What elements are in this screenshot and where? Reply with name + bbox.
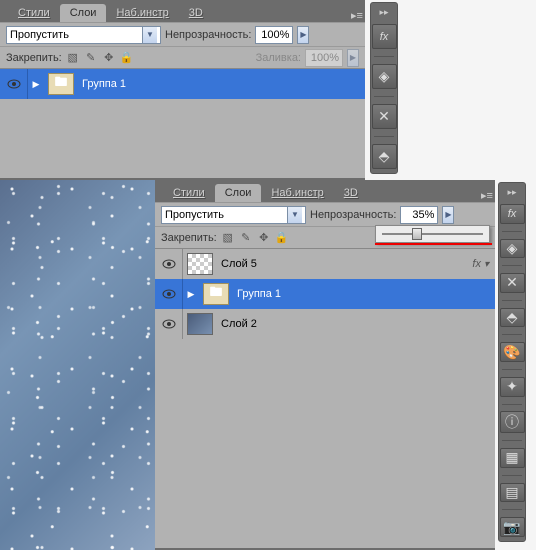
palette-icon[interactable]: 🎨 [500,342,525,362]
lock-position-icon[interactable]: ✥ [257,231,271,245]
layers-icon[interactable]: ◈ [372,64,397,89]
layer-row[interactable]: Слой 5 fx ▾ [155,249,495,279]
layer-thumb [187,313,213,335]
fx-button[interactable]: fx [500,204,525,224]
canvas-preview [0,180,160,550]
tab-layers[interactable]: Слои [60,4,107,22]
tab-styles[interactable]: Стили [163,184,215,202]
tab-row: Стили Слои Наб.инстр 3D ▸≡ [0,0,365,22]
visibility-icon[interactable] [155,249,183,279]
chevron-down-icon: ▼ [287,207,302,223]
chevron-down-icon: ▼ [142,27,157,43]
layer-row[interactable]: Слой 2 [155,309,495,339]
tab-3d[interactable]: 3D [334,184,368,202]
3d-icon[interactable]: ⬘ [500,308,525,328]
layer-name[interactable]: Группа 1 [237,288,281,300]
tab-toolpreset[interactable]: Наб.инстр [106,4,178,22]
annotation-underline [375,243,492,245]
tab-3d[interactable]: 3D [179,4,213,22]
lock-label: Закрепить: [6,52,62,64]
expand-icon[interactable]: ▶ [30,79,42,90]
opacity-input[interactable]: 35% [400,206,438,224]
fill-input: 100% [305,49,343,67]
opacity-label: Непрозрачность: [310,209,396,221]
layer-row-group[interactable]: ▶ 🖿 Группа 1 [155,279,495,309]
layer-thumb [187,253,213,275]
fill-flyout-icon: ▶ [347,49,359,67]
layers-icon[interactable]: ◈ [500,239,525,259]
blend-mode-select[interactable]: Пропустить ▼ [161,206,306,224]
tools-icon[interactable]: ✕ [372,104,397,129]
folder-icon: 🖿 [203,283,229,305]
fx-button[interactable]: fx [372,24,397,49]
blend-mode-value: Пропустить [10,29,142,41]
fill-label: Заливка: [256,52,301,64]
tab-layers[interactable]: Слои [215,184,262,202]
collapse-arrows-icon[interactable]: ▸▸ [379,7,388,18]
tab-styles[interactable]: Стили [8,4,60,22]
tool-strip-right: ▸▸ fx ◈ ✕ ⬘ 🎨 ✦ ⓘ ▦ ▤ 📷 [498,182,526,542]
navigator-icon[interactable]: ✦ [500,377,525,397]
panel-menu-icon[interactable]: ▸≡ [479,189,495,202]
expand-icon[interactable]: ▶ [185,289,197,300]
tools-icon[interactable]: ✕ [500,273,525,293]
layers-panel-1: Стили Слои Наб.инстр 3D ▸≡ Пропустить ▼ … [0,0,365,180]
blend-mode-value: Пропустить [165,209,287,221]
lock-pixels-icon[interactable]: ✎ [84,51,98,65]
lock-all-icon[interactable]: 🔒 [275,231,289,245]
opacity-slider[interactable] [375,225,490,243]
opacity-input[interactable]: 100% [255,26,293,44]
info-icon[interactable]: ⓘ [500,411,525,433]
3d-icon[interactable]: ⬘ [372,144,397,169]
camera-icon[interactable]: 📷 [500,517,525,537]
blend-mode-select[interactable]: Пропустить ▼ [6,26,161,44]
layer-row-group[interactable]: ▶ 🖿 Группа 1 [0,69,365,99]
layer-name[interactable]: Слой 5 [221,258,257,270]
slider-track[interactable] [382,233,483,235]
visibility-icon[interactable] [155,309,183,339]
collapse-arrows-icon[interactable]: ▸▸ [507,187,516,198]
visibility-icon[interactable] [155,279,183,309]
fx-badge[interactable]: fx ▾ [472,258,489,270]
library-icon[interactable]: ▤ [500,483,525,503]
visibility-icon[interactable] [0,69,28,99]
lock-transparency-icon[interactable]: ▧ [66,51,80,65]
opacity-flyout-icon[interactable]: ▶ [297,26,309,44]
tool-strip-collapse: ▸▸ fx ◈ ✕ ⬘ [370,2,398,174]
panel-menu-icon[interactable]: ▸≡ [349,9,365,22]
lock-label: Закрепить: [161,232,217,244]
opacity-flyout-icon[interactable]: ▶ [442,206,454,224]
swatches-icon[interactable]: ▦ [500,448,525,468]
tab-toolpreset[interactable]: Наб.инстр [261,184,333,202]
layer-name[interactable]: Группа 1 [82,78,126,90]
slider-thumb[interactable] [412,228,422,240]
lock-transparency-icon[interactable]: ▧ [221,231,235,245]
opacity-label: Непрозрачность: [165,29,251,41]
folder-icon: 🖿 [48,73,74,95]
layer-name[interactable]: Слой 2 [221,318,257,330]
lock-pixels-icon[interactable]: ✎ [239,231,253,245]
lock-position-icon[interactable]: ✥ [102,51,116,65]
lock-all-icon[interactable]: 🔒 [120,51,134,65]
